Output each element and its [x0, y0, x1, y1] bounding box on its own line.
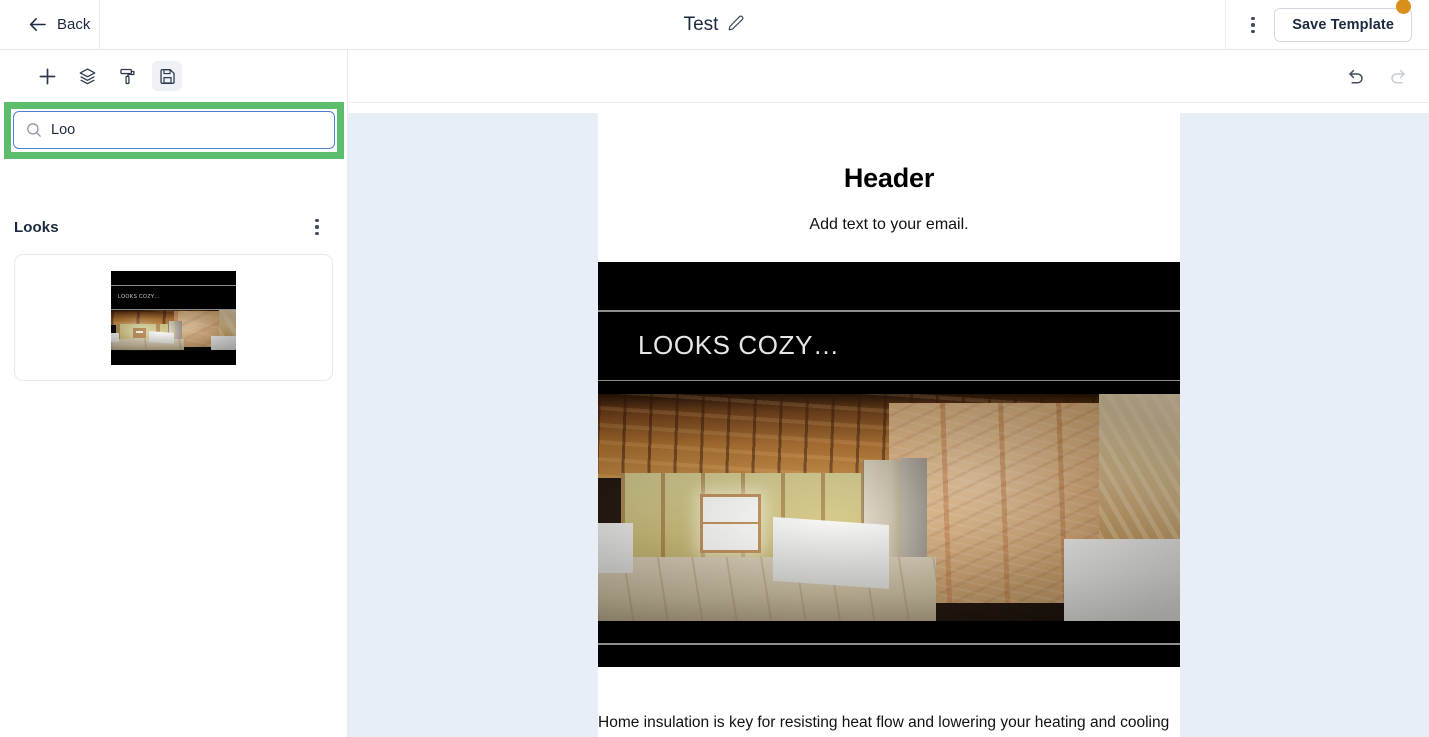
page-title: Test	[683, 14, 719, 35]
hero-banner-text-row: LOOKS COZY…	[598, 311, 1180, 380]
search-icon	[26, 122, 42, 138]
save-disk-icon[interactable]	[152, 61, 182, 91]
vertical-dots-icon[interactable]	[1240, 10, 1266, 40]
email-hero-block[interactable]: LOOKS COZY…	[598, 262, 1180, 667]
search-input[interactable]: Loo	[13, 111, 335, 149]
hero-image[interactable]	[598, 394, 1180, 621]
hero-footer-bar-bottom	[598, 644, 1180, 667]
save-template-button[interactable]: Save Template	[1274, 8, 1412, 42]
paint-roller-icon[interactable]	[112, 61, 142, 91]
left-sidebar: Loo Looks LOOKS COZY…	[0, 50, 348, 737]
sidebar-toolbar	[0, 50, 347, 102]
layers-icon[interactable]	[72, 61, 102, 91]
looks-section-title: Looks	[14, 218, 59, 236]
vertical-dots-icon[interactable]	[306, 214, 328, 240]
arrow-left-icon	[29, 17, 46, 32]
back-label: Back	[57, 16, 91, 33]
canvas-area: Header Add text to your email. LOOKS COZ…	[348, 50, 1429, 737]
hero-footer-bar-top	[598, 621, 1180, 643]
hero-banner-gap	[598, 381, 1180, 394]
email-subtext[interactable]: Add text to your email.	[598, 194, 1180, 234]
look-card-image	[111, 309, 236, 351]
hero-banner-text: LOOKS COZY…	[638, 330, 840, 360]
back-button[interactable]: Back	[0, 0, 100, 50]
email-canvas[interactable]: Header Add text to your email. LOOKS COZ…	[598, 113, 1180, 737]
looks-section-header: Looks	[0, 210, 348, 244]
add-icon[interactable]	[32, 61, 62, 91]
pencil-icon[interactable]	[727, 14, 745, 37]
canvas-scroll-region[interactable]: Header Add text to your email. LOOKS COZ…	[348, 113, 1429, 737]
top-bar: Back Test Save Template	[0, 0, 1429, 50]
redo-icon[interactable]	[1385, 63, 1411, 89]
email-body-text[interactable]: Home insulation is key for resisting hea…	[598, 667, 1180, 737]
document-title-group: Test	[0, 0, 1429, 50]
look-card-thumbnail: LOOKS COZY…	[111, 270, 236, 365]
look-card[interactable]: LOOKS COZY…	[14, 254, 333, 381]
look-card-banner-text: LOOKS COZY…	[118, 294, 160, 300]
undo-icon[interactable]	[1343, 63, 1369, 89]
search-input-value: Loo	[51, 122, 76, 138]
email-header-text[interactable]: Header	[598, 113, 1180, 194]
canvas-toolbar	[348, 50, 1429, 103]
hero-banner-top	[598, 262, 1180, 310]
